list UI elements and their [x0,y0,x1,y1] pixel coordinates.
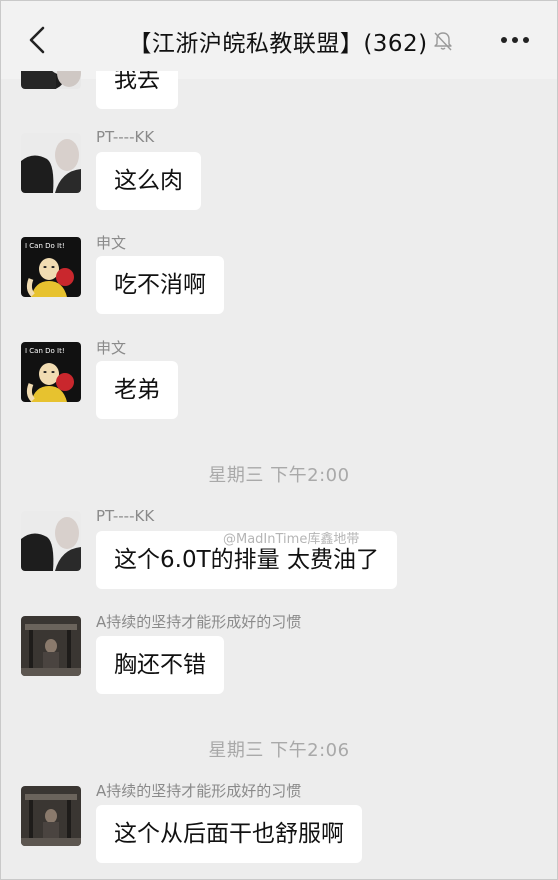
back-arrow-icon[interactable] [23,25,53,55]
avatar[interactable]: I Can Do It! [21,237,81,297]
sender-name: 申文 [96,234,127,252]
chat-title: 【江浙沪皖私教联盟】(362) [128,31,428,57]
timestamp: 星期三 下午2:06 [208,740,350,761]
message-bubble[interactable]: 胸还不错 [96,636,224,694]
avatar-caption: I Can Do It! [25,347,65,355]
message-bubble[interactable]: 这个从后面干也舒服啊 [96,805,362,863]
sender-name: PT----KK [96,507,155,525]
mute-bell-icon [433,32,452,51]
avatar-caption: I Can Do It! [25,242,65,250]
more-options-icon[interactable] [499,29,531,51]
watermark: @MadInTime库鑫地带 [223,532,360,547]
sender-name: PT----KK [96,128,155,146]
avatar[interactable] [21,133,81,193]
avatar[interactable] [21,786,81,846]
avatar[interactable] [21,616,81,676]
sender-name: A持续的坚持才能形成好的习惯 [96,782,302,800]
chat-window: 【江浙沪皖私教联盟】(362) 我去 【江 [0,0,558,880]
message-bubble[interactable]: 这么肉 [96,152,201,210]
avatar[interactable] [21,511,81,571]
message-bubble[interactable]: 老弟 [96,361,178,419]
message-bubble[interactable]: 吃不消啊 [96,256,224,314]
chat-title-container: 【江浙沪皖私教联盟】(362) [101,21,481,61]
timestamp: 星期三 下午2:00 [208,465,350,486]
avatar[interactable]: I Can Do It! [21,342,81,402]
sender-name: A持续的坚持才能形成好的习惯 [96,613,302,631]
sender-name: 申文 [96,339,127,357]
